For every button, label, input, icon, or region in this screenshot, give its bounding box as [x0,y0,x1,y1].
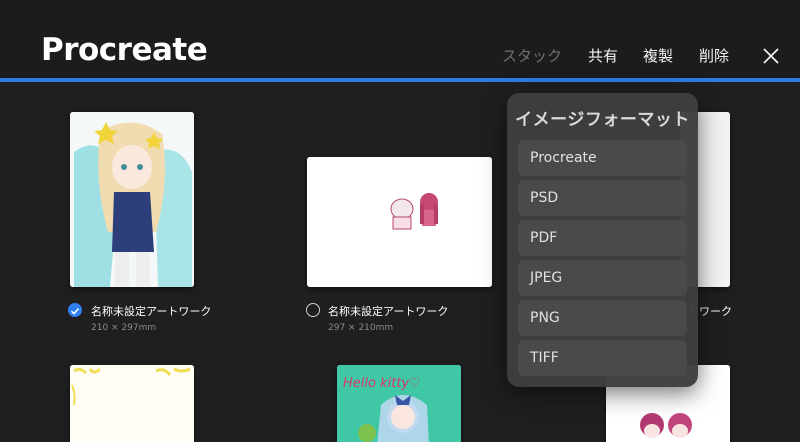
image-format-popover: イメージフォーマット Procreate PSD PDF JPEG PNG TI… [507,93,698,387]
artwork-size: 297 × 210mm [328,323,394,333]
artwork-caption: 名称未設定アートワーク 210 × 297mm [91,303,211,333]
unselected-checkbox[interactable] [306,303,320,317]
stack-button[interactable]: スタック [502,45,562,66]
close-icon[interactable] [762,47,780,65]
artwork-title: 名称未設定アートワーク [328,305,449,318]
artwork-thumbnail[interactable]: Hello kitty♡ [337,365,461,442]
share-button[interactable]: 共有 [588,45,618,66]
top-bar: Procreate スタック 共有 複製 削除 [0,0,800,78]
app-title: Procreate [41,32,208,68]
duplicate-button[interactable]: 複製 [643,45,673,66]
artwork-size: 210 × 297mm [91,323,157,333]
selected-checkbox[interactable] [68,303,82,317]
popover-title: イメージフォーマット [515,110,690,130]
format-option-tiff[interactable]: TIFF [518,340,687,376]
checkmark-icon [70,308,80,315]
delete-button[interactable]: 削除 [699,45,729,66]
format-option-procreate[interactable]: Procreate [518,140,687,176]
artwork-caption: 名称未設定アートワーク 297 × 210mm [328,303,448,333]
artwork-thumbnail[interactable] [307,157,492,287]
artwork-image [70,112,194,287]
artwork-title: 名称未設定アートワーク [91,305,212,318]
artwork-thumbnail[interactable] [70,365,194,442]
artwork-image [307,157,492,287]
artwork-image: Hello kitty♡ [337,365,461,442]
format-option-psd[interactable]: PSD [518,180,687,216]
artwork-image [70,365,194,442]
format-option-jpeg[interactable]: JPEG [518,260,687,296]
artwork-thumbnail[interactable] [70,112,194,287]
format-option-png[interactable]: PNG [518,300,687,336]
format-option-pdf[interactable]: PDF [518,220,687,256]
svg-text:Hello kitty♡: Hello kitty♡ [343,376,421,391]
